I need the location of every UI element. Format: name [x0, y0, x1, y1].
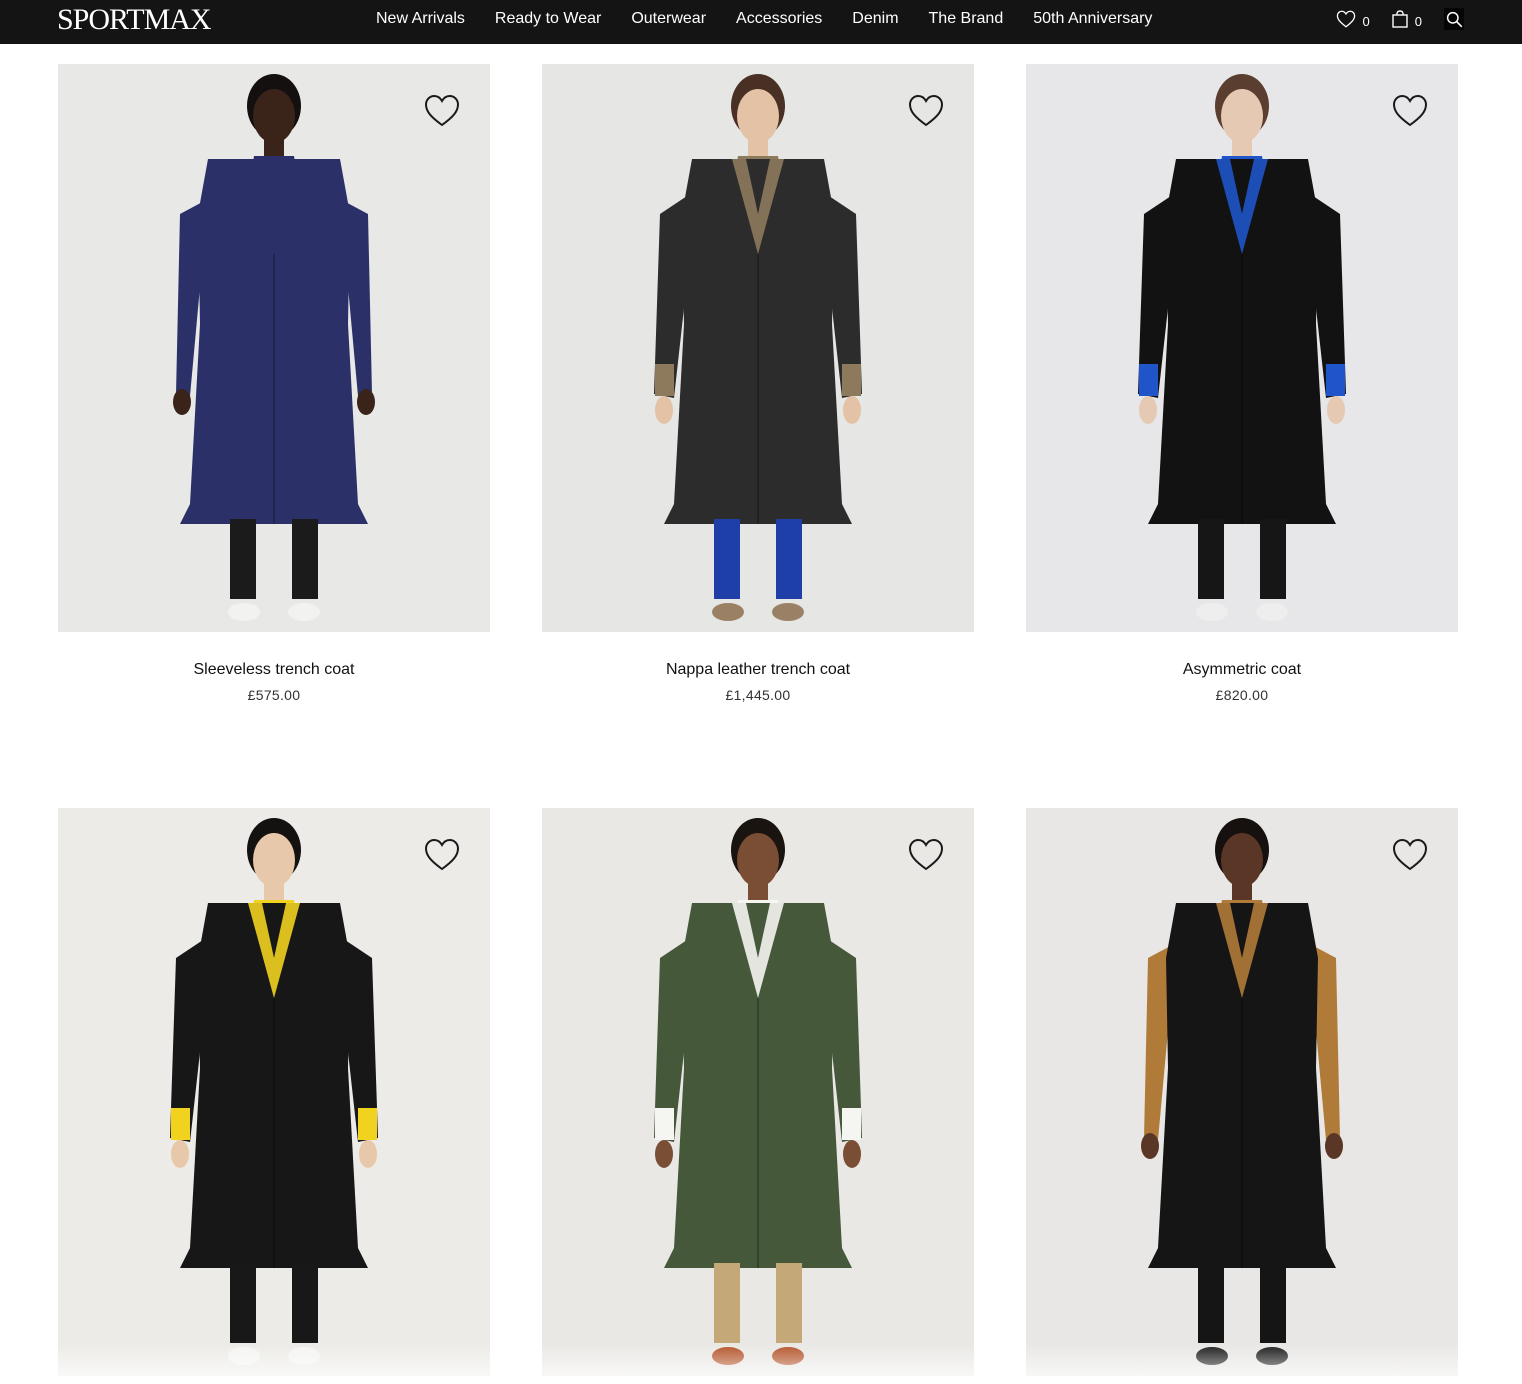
product-image[interactable] — [542, 64, 974, 632]
add-to-wishlist-button[interactable] — [1392, 94, 1428, 128]
heart-icon — [908, 838, 944, 871]
product-price: £575.00 — [247, 687, 301, 703]
add-to-wishlist-button[interactable] — [908, 838, 944, 872]
nav-accessories[interactable]: Accessories — [736, 10, 822, 28]
nav-outerwear[interactable]: Outerwear — [631, 10, 706, 28]
model-photo — [1141, 818, 1343, 1365]
model-photo — [1138, 74, 1346, 621]
top-navigation-bar: SPORTMAX New Arrivals Ready to Wear Oute… — [0, 0, 1522, 44]
heart-icon — [1392, 94, 1428, 127]
bag-count: 0 — [1414, 14, 1422, 29]
product-name[interactable]: Nappa leather trench coat — [542, 661, 974, 679]
model-photo — [654, 818, 862, 1365]
search-button[interactable] — [1444, 8, 1464, 30]
add-to-wishlist-button[interactable] — [908, 94, 944, 128]
heart-icon — [424, 838, 460, 871]
heart-icon — [908, 94, 944, 127]
nav-new-arrivals[interactable]: New Arrivals — [376, 10, 465, 28]
product-card[interactable] — [58, 808, 490, 1376]
product-card[interactable]: Asymmetric coat £820.00 — [1026, 64, 1458, 703]
main-nav: New Arrivals Ready to Wear Outerwear Acc… — [376, 0, 1152, 38]
product-card[interactable]: Nappa leather trench coat £1,445.00 — [542, 64, 974, 703]
product-card[interactable] — [542, 808, 974, 1376]
add-to-wishlist-button[interactable] — [1392, 838, 1428, 872]
product-price: £820.00 — [1215, 687, 1269, 703]
nav-50th-anniversary[interactable]: 50th Anniversary — [1033, 10, 1152, 28]
bag-button[interactable]: 0 — [1392, 9, 1422, 29]
wishlist-count: 0 — [1362, 14, 1370, 29]
shopping-bag-icon — [1392, 10, 1408, 28]
add-to-wishlist-button[interactable] — [424, 838, 460, 872]
sportmax-logo[interactable]: SPORTMAX — [57, 4, 212, 36]
nav-ready-to-wear[interactable]: Ready to Wear — [495, 10, 601, 28]
model-photo — [170, 818, 378, 1365]
wishlist-button[interactable]: 0 — [1336, 9, 1370, 29]
search-icon — [1446, 11, 1462, 27]
nav-the-brand[interactable]: The Brand — [929, 10, 1004, 28]
product-image[interactable] — [1026, 808, 1458, 1376]
product-name[interactable]: Asymmetric coat — [1026, 661, 1458, 679]
heart-icon — [1392, 838, 1428, 871]
product-image[interactable] — [1026, 64, 1458, 632]
product-card[interactable]: Sleeveless trench coat £575.00 — [58, 64, 490, 703]
heart-icon — [424, 94, 460, 127]
product-image[interactable] — [58, 808, 490, 1376]
add-to-wishlist-button[interactable] — [424, 94, 460, 128]
product-card[interactable] — [1026, 808, 1458, 1376]
product-name[interactable]: Sleeveless trench coat — [58, 661, 490, 679]
product-image[interactable] — [542, 808, 974, 1376]
product-image[interactable] — [58, 64, 490, 632]
header-utilities: 0 0 — [1314, 0, 1464, 38]
product-price: £1,445.00 — [725, 687, 791, 703]
nav-denim[interactable]: Denim — [852, 10, 898, 28]
model-photo — [654, 74, 862, 621]
heart-icon — [1336, 10, 1355, 28]
model-photo — [173, 74, 375, 621]
